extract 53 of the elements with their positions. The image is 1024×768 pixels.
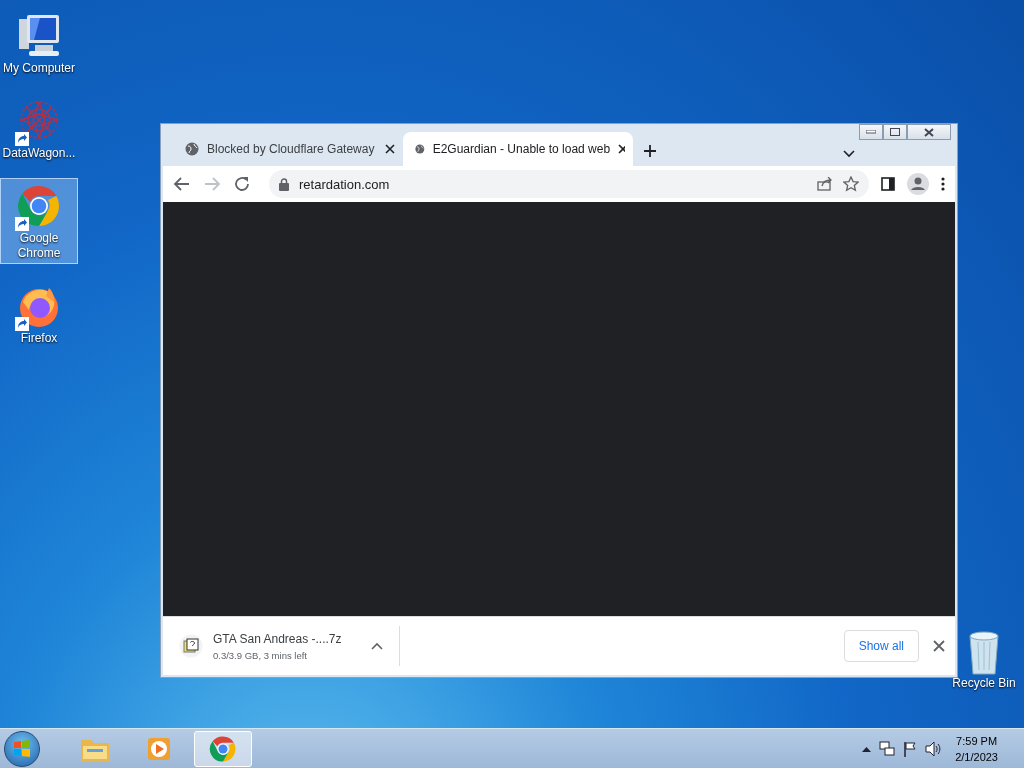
icon-label: DataWagon... [1,146,77,161]
close-button[interactable] [907,124,951,140]
chrome-icon [208,733,238,764]
shortcut-arrow-icon [15,317,29,331]
maximize-icon [890,128,900,136]
new-tab-button[interactable] [643,144,657,158]
clock[interactable]: 7:59 PM 2/1/2023 [955,732,998,765]
profile-button[interactable] [907,173,929,195]
desktop-icon[interactable]: My Computer [0,8,78,79]
network-icon[interactable] [879,740,896,757]
close-icon[interactable] [385,144,395,154]
start-button[interactable] [4,730,40,767]
address-bar[interactable]: retardation.com [269,170,869,198]
desktop-icon[interactable]: DataWagon... [0,93,78,164]
lock-icon [279,177,289,191]
shortcut-arrow-icon [15,217,29,231]
windows-logo [12,738,32,759]
close-icon [924,127,934,137]
taskbar-button[interactable] [194,730,252,767]
minimize-icon [866,130,876,134]
browser-tab[interactable]: Blocked by Cloudflare Gateway [173,132,403,166]
side-panel-button[interactable] [881,177,895,191]
desktop-icon[interactable]: Firefox [0,278,78,349]
caret-button[interactable] [371,642,383,650]
download-filename: GTA San Andreas -....7z [213,631,343,646]
url-text: retardation.com [299,176,391,192]
tab-search-button[interactable] [843,150,855,158]
maximize-button[interactable] [883,124,907,140]
flag-icon[interactable] [903,740,918,757]
icon-label: Firefox [19,331,59,346]
browser-tab[interactable]: E2Guardian - Unable to load web [403,132,633,166]
archive-file-icon [179,634,203,658]
download-status: 0.3/3.9 GB, 3 mins left [213,649,308,661]
clock-time: 7:59 PM [956,733,998,749]
clock-date: 2/1/2023 [955,749,998,765]
share-icon[interactable] [817,177,833,191]
icon-label: My Computer [2,61,76,76]
icon-label: Recycle Bin [951,676,1017,691]
recycle-bin-icon[interactable] [966,630,1002,676]
shortcut-arrow-icon [15,132,29,146]
volume-icon[interactable] [925,740,942,757]
show-all-button[interactable]: Show all [843,630,919,662]
close-icon[interactable] [618,144,625,154]
icon-label: Google Chrome [16,231,62,261]
menu-button[interactable] [941,177,945,191]
close-button[interactable] [933,640,945,652]
globe-icon [185,142,199,156]
caret-icon[interactable] [862,745,872,752]
reload-button[interactable] [233,175,251,193]
desktop-icon[interactable]: Google Chrome [0,178,78,264]
back-button[interactable] [173,175,191,193]
globe-icon [415,142,425,156]
star-icon[interactable] [843,176,859,192]
